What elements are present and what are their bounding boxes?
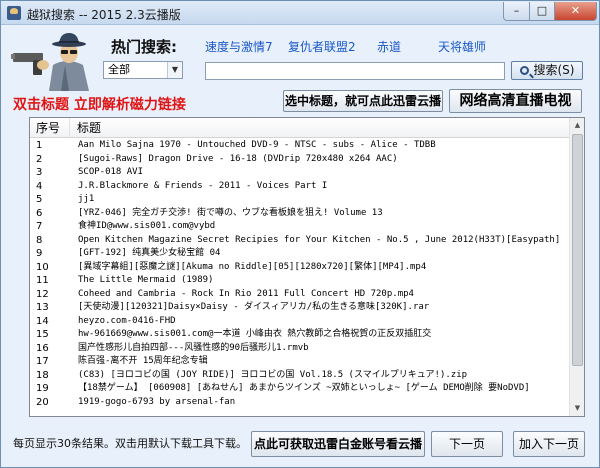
list-rows: 1 Aan Milo Sajna 1970 - Untouched DVD-9 -…: [30, 139, 570, 409]
list-item[interactable]: 17 陈百强-离不开 15周年纪念专辑: [30, 355, 570, 369]
list-item[interactable]: 15 hw-961669@www.sis001.com@一本道 小峰由衣 熱穴教師…: [30, 328, 570, 342]
row-number: 11: [36, 275, 49, 286]
row-number: 13: [36, 302, 49, 313]
maximize-button[interactable]: □: [529, 2, 555, 21]
title-bar[interactable]: 越狱搜索 -- 2015 2.3云播版 – □ ✕: [1, 1, 599, 25]
list-item[interactable]: 9 [GFT-192] 纯真美少女秘宝館 04: [30, 247, 570, 261]
row-number: 15: [36, 329, 49, 340]
row-title: 【18禁ゲーム】 [060908] [あねせん] あまからツインズ ~双姉といっ…: [78, 383, 530, 393]
status-text: 每页显示30条结果。双击用默认下载工具下载。: [13, 437, 247, 450]
row-number: 7: [36, 221, 43, 232]
row-title: Open Kitchen Magazine Secret Recipies fo…: [78, 234, 561, 245]
list-item[interactable]: 8 Open Kitchen Magazine Secret Recipies f…: [30, 234, 570, 248]
scroll-up-icon[interactable]: ▲: [570, 118, 584, 133]
row-title: (C83) [ヨロコビの国 (JOY RIDE)] ヨロコビの国 Vol.18.…: [78, 369, 468, 380]
scroll-thumb[interactable]: [572, 134, 583, 366]
list-item[interactable]: 20 1919-gogo-6793 by arsenal-fan: [30, 396, 570, 410]
hot-link-4[interactable]: 天将雄师: [438, 38, 486, 55]
category-value: 全部: [108, 63, 130, 76]
column-header-title[interactable]: 标题: [71, 118, 101, 138]
row-number: 10: [36, 261, 49, 273]
double-click-hint: 双击标题 立即解析磁力链接: [13, 97, 186, 113]
row-number: 14: [36, 315, 49, 327]
get-platinum-account-button[interactable]: 点此可获取迅雷白金账号看云播: [251, 431, 425, 457]
list-item[interactable]: 19 【18禁ゲーム】 [060908] [あねせん] あまからツインズ ~双姉と…: [30, 382, 570, 396]
list-header: 序号 标题: [30, 118, 570, 138]
row-title: SCOP-018 AVI: [78, 167, 144, 177]
row-number: 9: [36, 248, 43, 259]
chevron-down-icon[interactable]: ▼: [167, 62, 182, 78]
list-item[interactable]: 7 食神ID@www.sis001.com@vybd: [30, 220, 570, 234]
category-select[interactable]: 全部 ▼: [103, 61, 183, 79]
list-item[interactable]: 13 [天使动漫][120321]Daisy×Daisy - ダイスィアリカ/私の…: [30, 301, 570, 315]
list-item[interactable]: 6 [YRZ-046] 完全ガチ交渉! 街で噂の、ウブな看板娘を狙え! Volum…: [30, 207, 570, 221]
row-title: heyzo.com-0416-FHD: [78, 315, 176, 326]
row-title: The Little Mermaid (1989): [78, 275, 214, 285]
row-title: 国产性感形儿自拍四部---风骚性感的90后骚形儿1.rmvb: [78, 342, 309, 353]
row-title: Aan Milo Sajna 1970 - Untouched DVD-9 - …: [78, 140, 436, 150]
row-title: J.R.Blackmore & Friends - 2011 - Voices …: [78, 180, 328, 191]
row-number: 6: [36, 207, 43, 219]
row-number: 1: [36, 140, 43, 151]
row-number: 8: [36, 234, 43, 246]
row-number: 20: [36, 396, 49, 408]
scroll-down-icon[interactable]: ▼: [570, 401, 584, 416]
list-item[interactable]: 16 国产性感形儿自拍四部---风骚性感的90后骚形儿1.rmvb: [30, 342, 570, 356]
row-title: [Sugoi-Raws] Dragon Drive - 16-18 (DVDri…: [78, 153, 398, 164]
search-button[interactable]: 搜索(S): [511, 61, 583, 80]
list-item[interactable]: 14 heyzo.com-0416-FHD: [30, 315, 570, 329]
row-title: hw-961669@www.sis001.com@一本道 小峰由衣 熱穴教師之合…: [78, 329, 432, 339]
row-number: 5: [36, 194, 43, 205]
list-item[interactable]: 12 Coheed and Cambria - Rock In Rio 2011 …: [30, 288, 570, 302]
list-item[interactable]: 5 jj1: [30, 193, 570, 207]
close-button[interactable]: ✕: [554, 2, 597, 21]
row-title: 陈百强-离不开 15周年纪念专辑: [78, 356, 208, 366]
row-title: Coheed and Cambria - Rock In Rio 2011 Fu…: [78, 288, 414, 299]
hot-link-3[interactable]: 赤道: [377, 38, 401, 55]
main-window: 越狱搜索 -- 2015 2.3云播版 – □ ✕ 热门搜索: 速度与激情7 复…: [0, 0, 600, 468]
row-title: [YRZ-046] 完全ガチ交渉! 街で噂の、ウブな看板娘を狙え! Volume…: [78, 207, 383, 218]
next-page-button[interactable]: 下一页: [431, 431, 503, 457]
list-item[interactable]: 10 [異域字幕組][惡魔之謎][Akuma no Riddle][05][128…: [30, 261, 570, 275]
spy-with-gun-icon: [11, 33, 89, 91]
vertical-scrollbar[interactable]: ▲ ▼: [569, 118, 584, 416]
row-number: 19: [36, 383, 49, 394]
row-title: [GFT-192] 纯真美少女秘宝館 04: [78, 248, 221, 258]
hot-search-label: 热门搜索:: [111, 38, 177, 56]
row-title: [天使动漫][120321]Daisy×Daisy - ダイスィアリカ/私の生き…: [78, 302, 430, 312]
live-tv-button[interactable]: 网络高清直播电视: [449, 89, 582, 113]
thunder-cloud-play-button[interactable]: 选中标题，就可点此迅雷云播: [283, 90, 443, 112]
row-title: jj1: [78, 194, 95, 204]
row-number: 4: [36, 180, 43, 192]
row-number: 2: [36, 153, 43, 165]
hot-link-2[interactable]: 复仇者联盟2: [288, 38, 356, 55]
row-title: [異域字幕組][惡魔之謎][Akuma no Riddle][05][1280x…: [78, 261, 427, 272]
list-item[interactable]: 4 J.R.Blackmore & Friends - 2011 - Voices…: [30, 180, 570, 194]
search-button-label: 搜索(S): [533, 63, 575, 77]
magnifier-icon: [519, 66, 529, 75]
list-item[interactable]: 11 The Little Mermaid (1989): [30, 274, 570, 288]
row-number: 18: [36, 369, 49, 381]
search-input[interactable]: [205, 62, 505, 80]
row-title: 食神ID@www.sis001.com@vybd: [78, 221, 216, 231]
results-list[interactable]: 序号 标题 1 Aan Milo Sajna 1970 - Untouched D…: [29, 117, 585, 417]
row-number: 3: [36, 167, 43, 178]
list-item[interactable]: 1 Aan Milo Sajna 1970 - Untouched DVD-9 -…: [30, 139, 570, 153]
column-header-no[interactable]: 序号: [30, 118, 70, 138]
minimize-button[interactable]: –: [503, 2, 530, 21]
app-icon: [7, 6, 21, 20]
row-title: 1919-gogo-6793 by arsenal-fan: [78, 396, 236, 407]
list-item[interactable]: 18 (C83) [ヨロコビの国 (JOY RIDE)] ヨロコビの国 Vol.1…: [30, 369, 570, 383]
window-title: 越狱搜索 -- 2015 2.3云播版: [27, 8, 181, 22]
hot-link-1[interactable]: 速度与激情7: [205, 38, 273, 55]
row-number: 12: [36, 288, 49, 300]
list-item[interactable]: 2 [Sugoi-Raws] Dragon Drive - 16-18 (DVDr…: [30, 153, 570, 167]
row-number: 17: [36, 356, 49, 367]
row-number: 16: [36, 342, 49, 354]
add-next-page-button[interactable]: 加入下一页: [513, 431, 585, 457]
list-item[interactable]: 3 SCOP-018 AVI: [30, 166, 570, 180]
